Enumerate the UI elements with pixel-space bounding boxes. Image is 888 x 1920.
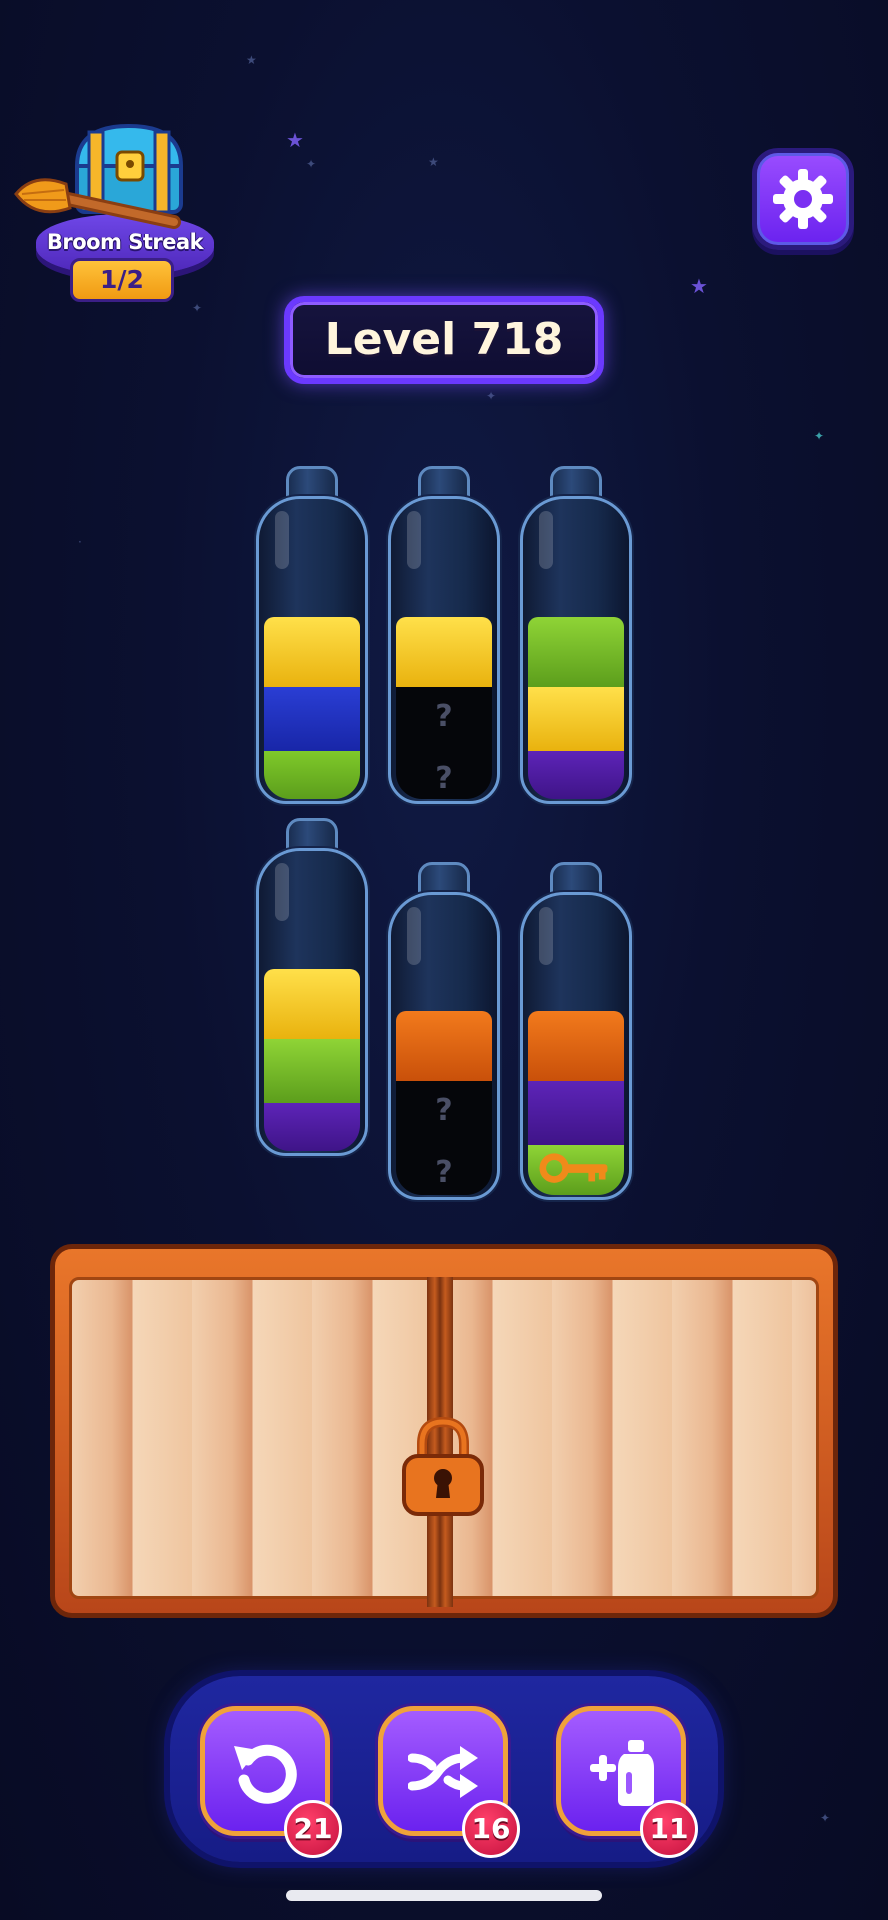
liquid-layer-yellow: [396, 617, 492, 687]
padlock-icon[interactable]: [400, 1416, 486, 1522]
bottle-glass: ? ?: [388, 496, 500, 804]
bottle[interactable]: ? ?: [388, 466, 500, 808]
liquid-layer-green: [264, 751, 360, 799]
settings-button[interactable]: [752, 148, 854, 250]
glass-shine: [407, 511, 421, 569]
bottle-glass: [256, 848, 368, 1156]
glass-shine: [539, 511, 553, 569]
glass-shine: [275, 511, 289, 569]
liquid-layer-orange: [396, 1011, 492, 1081]
star-decoration: ✦: [814, 429, 825, 443]
key-icon: [539, 1153, 608, 1183]
glass-shine: [407, 907, 421, 965]
star-decoration: ★: [428, 155, 439, 169]
glass-shine: [539, 907, 553, 965]
liquid-layer-purple: [528, 1081, 624, 1145]
liquid-layer-green: [264, 1039, 360, 1103]
shuffle-icon: [408, 1746, 478, 1798]
liquid-layer-yellow: [264, 617, 360, 687]
liquid-layer-orange: [528, 1011, 624, 1081]
hidden-layer-mark: ?: [435, 699, 453, 734]
hidden-layer-mark: ?: [435, 761, 453, 796]
star-decoration: ✦: [306, 157, 317, 171]
bottle-glass: [520, 892, 632, 1200]
star-decoration: ✦: [486, 389, 497, 403]
bottle-glass: ? ?: [388, 892, 500, 1200]
liquid-layer-yellow: [264, 969, 360, 1039]
streak-progress: 1/2: [70, 258, 174, 302]
broom-streak-widget[interactable]: Broom Streak 1/2: [14, 118, 214, 304]
home-indicator[interactable]: [286, 1890, 602, 1901]
bottle[interactable]: ? ?: [388, 862, 500, 1204]
hidden-layer-mark: ?: [435, 1093, 453, 1128]
star-decoration: ★: [286, 128, 304, 152]
undo-count-badge: 21: [284, 1800, 342, 1858]
bottle[interactable]: [256, 466, 368, 808]
bottle[interactable]: [520, 466, 632, 808]
add-bottle-count-badge: 11: [640, 1800, 698, 1858]
star-decoration: ·: [78, 535, 82, 549]
undo-icon: [234, 1744, 297, 1804]
star-decoration: ★: [246, 53, 257, 67]
bottle[interactable]: [520, 862, 632, 1204]
level-title: Level 718: [284, 296, 604, 384]
star-decoration: ✦: [820, 1811, 831, 1825]
star-decoration: ★: [690, 274, 708, 298]
liquid-layer-green: [528, 617, 624, 687]
liquid-layer-blue: [264, 687, 360, 751]
add-bottle-icon: [590, 1740, 654, 1806]
glass-shine: [275, 863, 289, 921]
bottle-glass: [256, 496, 368, 804]
streak-label: Broom Streak: [46, 230, 204, 254]
shuffle-count-badge: 16: [462, 1800, 520, 1858]
liquid-layer-purple: [528, 751, 624, 799]
broom-icon: [14, 178, 181, 229]
liquid-layer-purple: [264, 1103, 360, 1151]
bottle[interactable]: [256, 818, 368, 1160]
liquid-layer-yellow: [528, 687, 624, 751]
bottle-glass: [520, 496, 632, 804]
hidden-layer-mark: ?: [435, 1155, 453, 1190]
gear-icon: [773, 169, 833, 229]
